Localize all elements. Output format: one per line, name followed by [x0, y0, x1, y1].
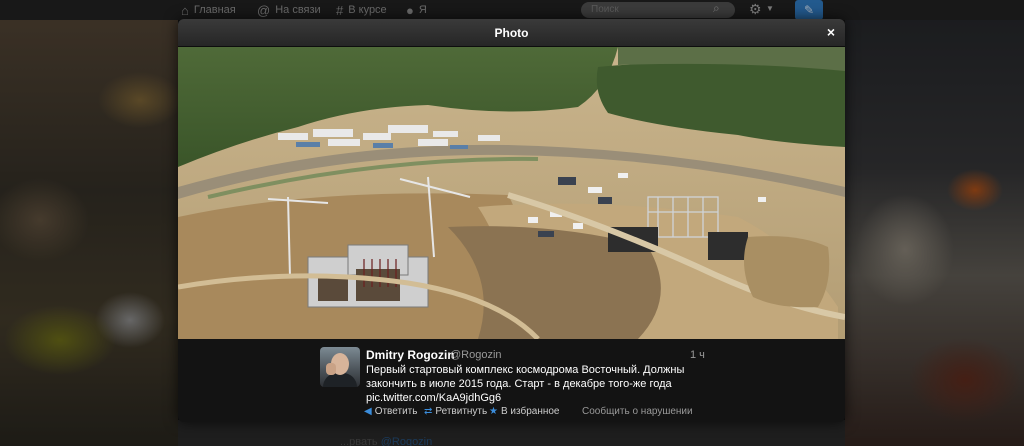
tweet-text: Первый стартовый комплекс космодрома Вос… — [366, 363, 696, 405]
nav-me[interactable]: ● Я — [406, 2, 427, 18]
favorite-button[interactable]: ★ В избранное — [489, 406, 560, 417]
retweet-icon: ⇄ — [424, 406, 433, 417]
person-icon: ● — [406, 2, 414, 18]
compose-button[interactable]: ✎ — [795, 0, 823, 20]
tweet-photo[interactable] — [178, 47, 845, 339]
tweet-card: Dmitry Rogozin @Rogozin 1 ч Первый старт… — [178, 339, 845, 422]
home-icon: ⌂ — [181, 2, 189, 18]
reply-label: Ответить — [374, 406, 418, 417]
compose-icon: ✎ — [803, 3, 815, 17]
tweet-text-line-1: Первый стартовый комплекс космодрома Вос… — [366, 364, 685, 376]
nav-discover-label: В курсе — [348, 4, 387, 16]
avatar-hand — [326, 363, 336, 375]
nav-me-label: Я — [418, 4, 427, 16]
favorite-label: В избранное — [500, 406, 560, 417]
tweet-author-handle[interactable]: @Rogozin — [450, 349, 502, 361]
report-label: Сообщить о нарушении — [582, 406, 693, 417]
at-icon: @ — [257, 2, 271, 18]
modal-header: Photo × — [178, 19, 845, 47]
avatar-suit — [323, 373, 357, 387]
gear-icon[interactable]: ⚙ — [749, 1, 762, 18]
tweet-photo-link[interactable]: pic.twitter.com/KaA9jdhGg6 — [366, 391, 696, 405]
report-link[interactable]: Сообщить о нарушении — [582, 406, 693, 417]
close-button[interactable]: × — [827, 25, 835, 39]
construction-site-photo — [178, 47, 845, 339]
reply-button[interactable]: ◀ Ответить — [364, 406, 417, 417]
star-icon: ★ — [489, 406, 498, 417]
hash-icon: # — [336, 2, 344, 18]
search-icon[interactable]: ⌕ — [713, 1, 720, 16]
retweet-label: Ретвитнуть — [435, 406, 488, 417]
nav-discover[interactable]: # В курсе — [336, 2, 387, 18]
retweet-button[interactable]: ⇄ Ретвитнуть — [424, 406, 487, 417]
avatar[interactable] — [320, 347, 360, 387]
tweet-timestamp[interactable]: 1 ч — [690, 349, 705, 361]
top-nav-bar: ⌂ Главная @ На связи # В курсе ● Я ⌕ ⚙ ▼… — [0, 0, 1024, 20]
nav-home-label: Главная — [193, 4, 236, 16]
nav-connect-label: На связи — [275, 4, 321, 16]
nav-home[interactable]: ⌂ Главная — [181, 2, 236, 18]
photo-modal: Photo × Dmitry Rogozin @Rogozin 1 ч Перв… — [178, 19, 845, 422]
tweet-text-line-2: закончить в июле 2015 года. Старт - в де… — [366, 378, 672, 390]
search-input[interactable] — [581, 2, 735, 18]
reply-icon: ◀ — [364, 406, 372, 417]
tweet-author-name[interactable]: Dmitry Rogozin — [366, 348, 455, 362]
modal-title: Photo — [494, 26, 529, 40]
nav-connect[interactable]: @ На связи — [257, 2, 321, 18]
chevron-down-icon[interactable]: ▼ — [766, 4, 774, 13]
